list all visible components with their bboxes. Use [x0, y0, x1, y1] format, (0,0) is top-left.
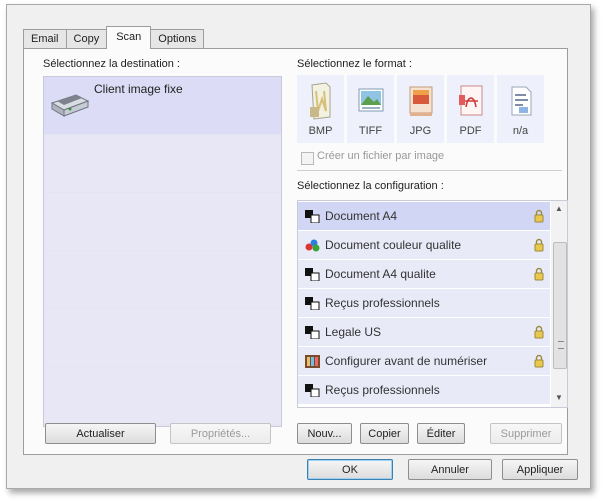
configuration-list[interactable]: Document A4 Document couleur qualite Doc…	[297, 200, 568, 408]
config-item-document-a4[interactable]: Document A4	[298, 202, 550, 230]
lock-icon	[534, 209, 544, 223]
document-bw-icon	[305, 210, 320, 223]
edit-button[interactable]: Éditer	[417, 423, 465, 444]
scroll-down-arrow-icon[interactable]: ▼	[551, 391, 567, 405]
delete-button[interactable]: Supprimer	[490, 423, 562, 444]
config-item-recus-professionnels-2[interactable]: Reçus professionnels	[298, 376, 550, 404]
format-pdf[interactable]: PDF	[447, 75, 494, 143]
format-jpg[interactable]: JPG	[397, 75, 444, 143]
one-file-per-image-label: Créer un fichier par image	[317, 150, 445, 162]
document-bw-icon	[305, 297, 320, 310]
scanner-properties-dialog: Email Copy Scan Options Sélectionnez la …	[6, 4, 591, 489]
config-item-label: Document A4	[325, 209, 398, 223]
destination-empty-row	[44, 135, 281, 193]
format-tiff-label: TIFF	[358, 125, 383, 137]
tab-options[interactable]: Options	[150, 29, 205, 49]
config-item-document-a4-qualite[interactable]: Document A4 qualite	[298, 260, 550, 288]
cancel-button[interactable]: Annuler	[408, 459, 492, 480]
scrollbar-thumb[interactable]	[553, 242, 567, 369]
config-item-configurer-avant-de-numeriser[interactable]: Configurer avant de numériser	[298, 347, 550, 375]
format-label: Sélectionnez le format :	[297, 58, 412, 70]
tab-scan[interactable]: Scan	[106, 26, 152, 49]
one-file-per-image-checkbox[interactable]	[301, 152, 314, 165]
destination-empty-row	[44, 367, 281, 425]
format-pdf-label: PDF	[459, 125, 482, 137]
destination-list[interactable]: Client image fixe	[43, 76, 282, 427]
destination-empty-row	[44, 193, 281, 251]
scroll-up-arrow-icon[interactable]: ▲	[551, 202, 567, 216]
destination-item-label: Client image fixe	[94, 82, 183, 96]
lock-icon	[534, 267, 544, 281]
format-bmp[interactable]: BMP	[297, 75, 344, 143]
configuration-scrollbar[interactable]: ▲ ▼	[551, 201, 567, 407]
destination-label: Sélectionnez la destination :	[43, 58, 180, 70]
config-item-label: Reçus professionnels	[325, 383, 440, 397]
bmp-file-icon	[310, 82, 331, 120]
divider	[297, 170, 562, 171]
document-bw-icon	[305, 326, 320, 339]
color-document-icon	[305, 239, 320, 252]
format-jpg-label: JPG	[409, 125, 432, 137]
document-bw-icon	[305, 268, 320, 281]
configuration-label: Sélectionnez la configuration :	[297, 180, 444, 192]
config-item-label: Configurer avant de numériser	[325, 354, 488, 368]
document-bw-icon	[305, 384, 320, 397]
pdf-file-icon	[459, 85, 483, 116]
config-item-label: Document couleur qualite	[325, 238, 462, 252]
text-file-icon	[511, 86, 532, 116]
format-bmp-label: BMP	[308, 125, 333, 137]
format-text[interactable]: n/a	[497, 75, 544, 143]
config-item-label: Document A4 qualite	[325, 267, 436, 281]
config-item-recus-professionnels[interactable]: Reçus professionnels	[298, 289, 550, 317]
lock-icon	[534, 238, 544, 252]
new-button[interactable]: Nouv...	[297, 423, 352, 444]
lock-icon	[534, 354, 544, 368]
lock-icon	[534, 325, 544, 339]
config-item-document-couleur-qualite[interactable]: Document couleur qualite	[298, 231, 550, 259]
config-item-label: Legale US	[325, 325, 382, 339]
ok-button[interactable]: OK	[307, 459, 393, 480]
tab-strip: Email Copy Scan Options	[23, 26, 205, 49]
scan-tab-panel: Sélectionnez la destination : Client ima…	[23, 48, 568, 455]
format-text-label: n/a	[512, 125, 529, 137]
tiff-file-icon	[358, 88, 384, 112]
tab-email[interactable]: Email	[23, 29, 67, 49]
refresh-button[interactable]: Actualiser	[45, 423, 156, 444]
properties-button[interactable]: Propriétés...	[170, 423, 271, 444]
config-item-label: Reçus professionnels	[325, 296, 440, 310]
tab-copy[interactable]: Copy	[65, 29, 108, 49]
config-item-legale-us[interactable]: Legale US	[298, 318, 550, 346]
apply-button[interactable]: Appliquer	[502, 459, 578, 480]
copy-button[interactable]: Copier	[360, 423, 409, 444]
destination-item-client-image-fixe[interactable]: Client image fixe	[44, 77, 281, 135]
jpg-file-icon	[409, 86, 433, 116]
format-tiff[interactable]: TIFF	[347, 75, 394, 143]
scanner-icon	[50, 94, 90, 117]
destination-empty-row	[44, 309, 281, 367]
configure-before-scan-icon	[305, 355, 320, 368]
format-picker: BMP TIFF JPG PDF n/a	[297, 75, 547, 143]
scrollbar-grip-icon	[558, 341, 564, 349]
destination-empty-row	[44, 251, 281, 309]
